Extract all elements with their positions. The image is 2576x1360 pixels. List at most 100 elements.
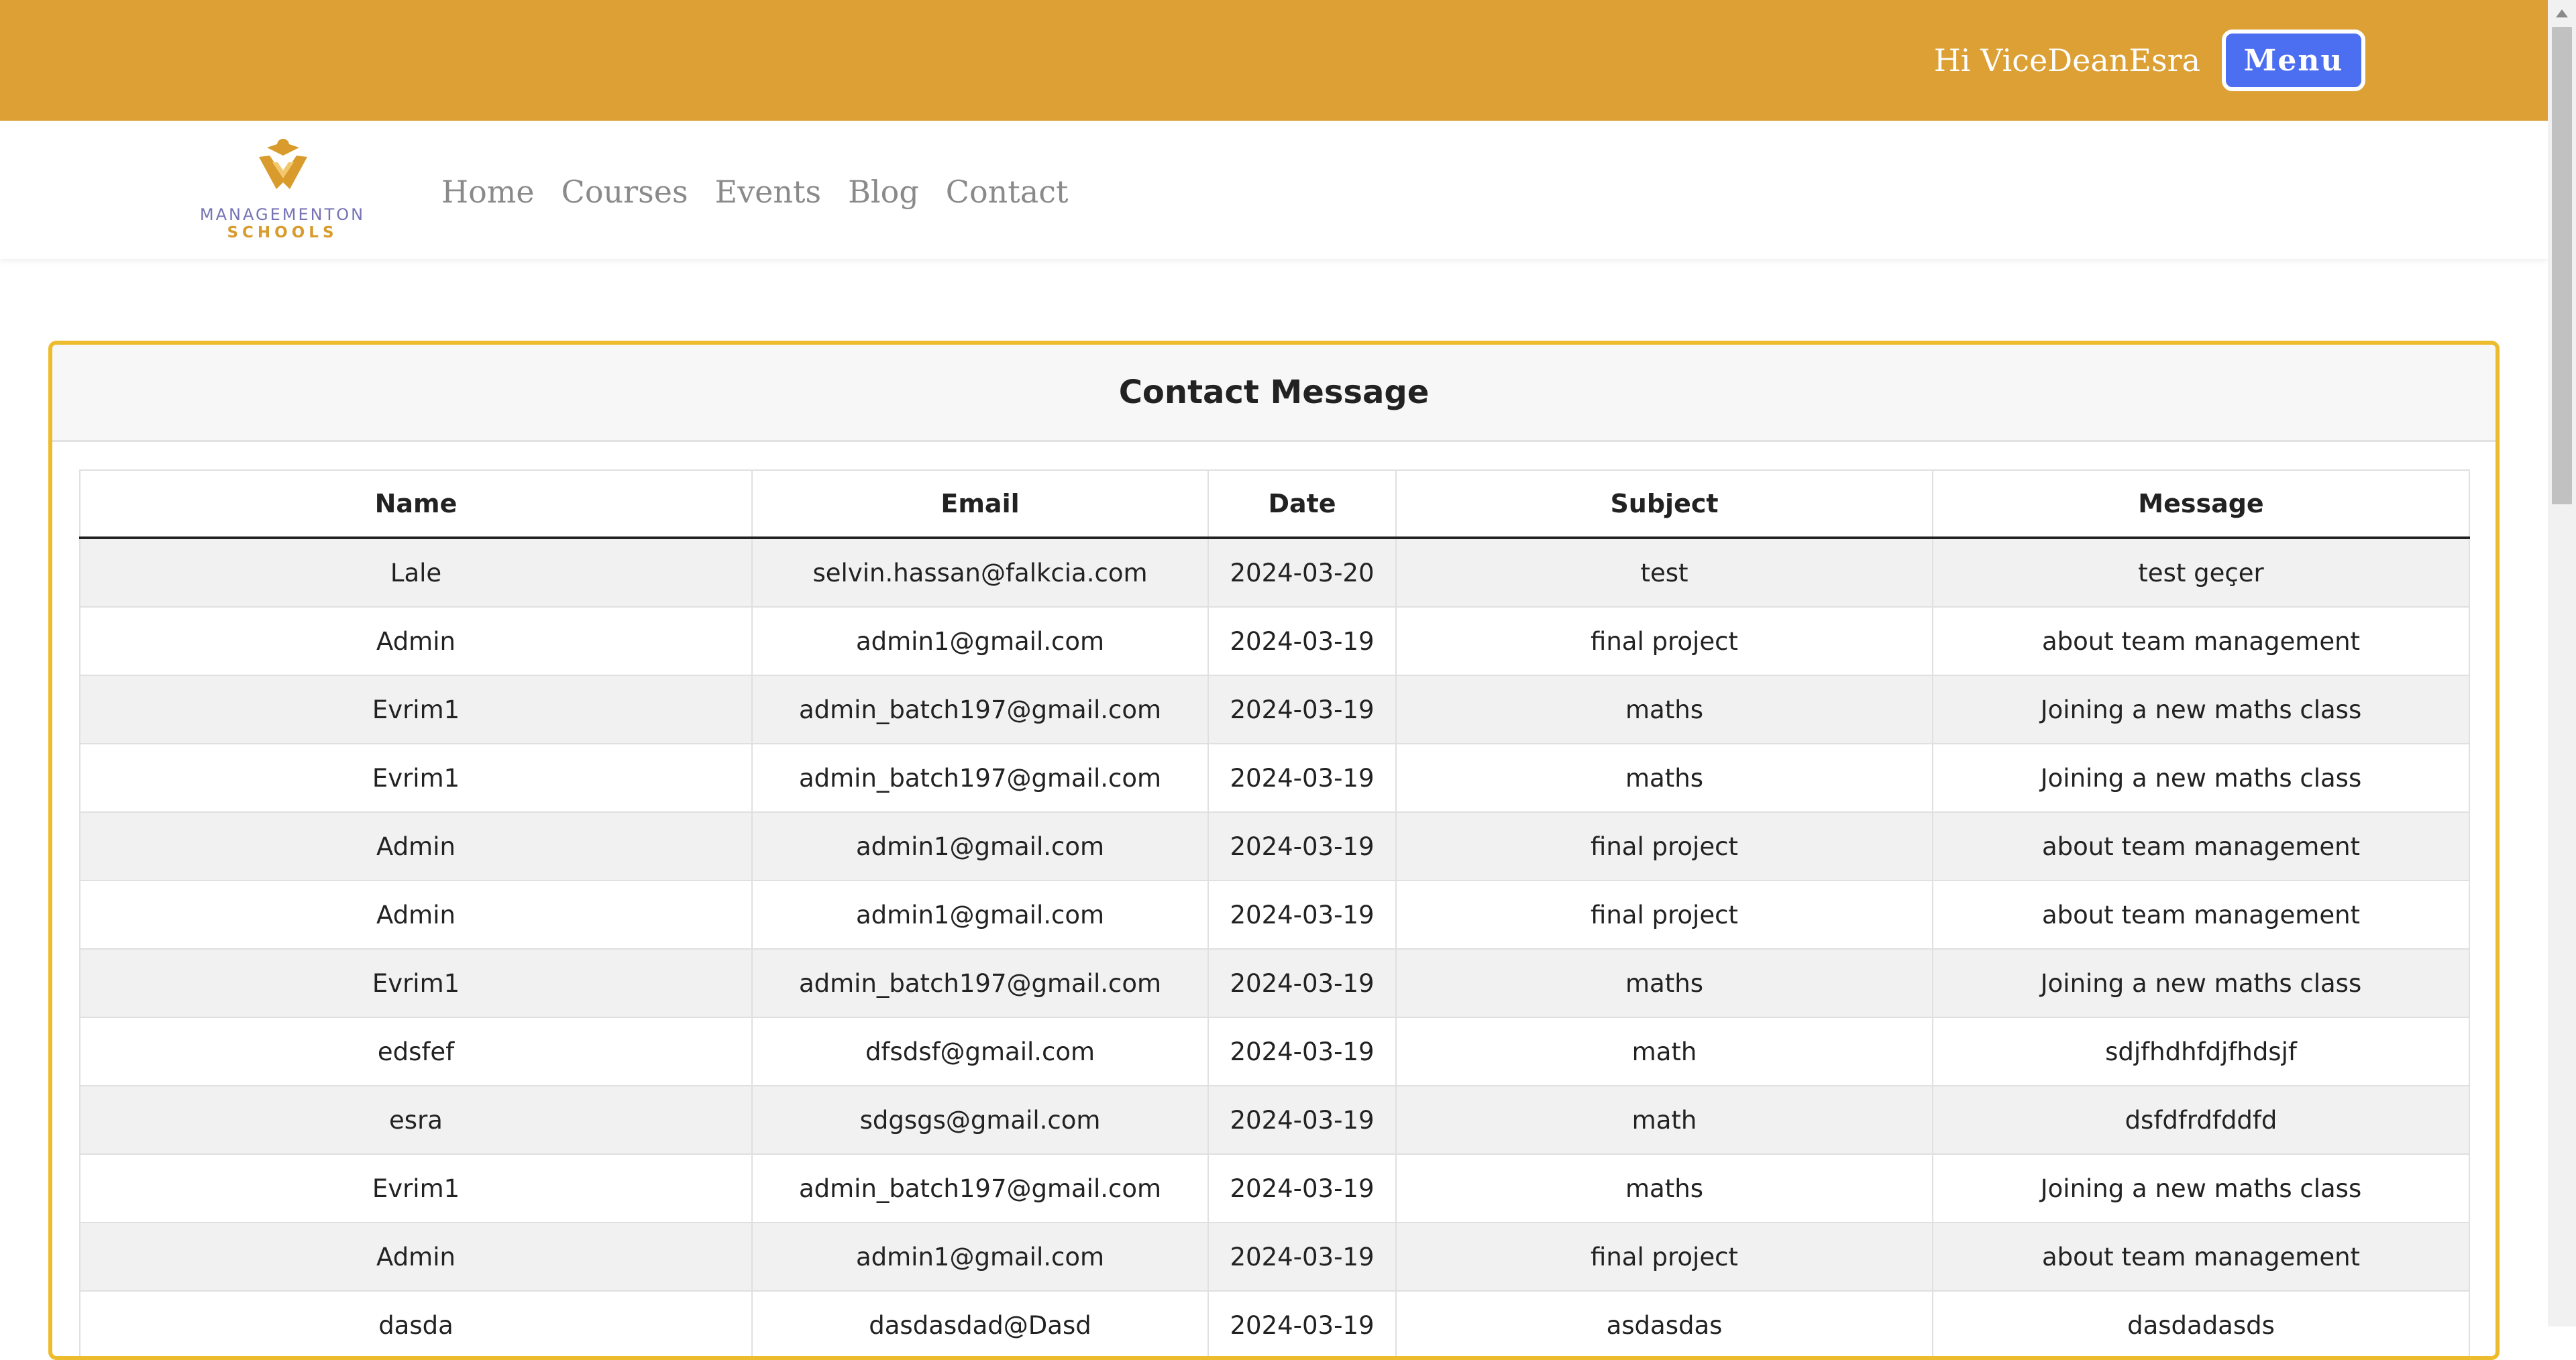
cell-message: Joining a new maths class <box>1932 948 2470 1018</box>
card-header: Contact Message <box>52 345 2496 442</box>
cell-name: Evrim1 <box>79 948 753 1018</box>
cell-message: about team management <box>1932 1222 2470 1292</box>
cell-email: admin1@gmail.com <box>751 606 1209 676</box>
column-header-name[interactable]: Name <box>79 469 753 539</box>
table-row: Evrim1 admin_batch197@gmail.com 2024-03-19… <box>79 948 2470 1018</box>
cell-subject: math <box>1395 1085 1933 1155</box>
nav-links: Home Courses Events Blog Contact <box>441 170 1068 213</box>
cell-subject: final project <box>1395 880 1933 950</box>
cell-name: Admin <box>79 880 753 950</box>
table-row: Admin admin1@gmail.com 2024-03-19 final pro… <box>79 880 2470 950</box>
cell-message: test geçer <box>1932 537 2470 608</box>
table-row: Admin admin1@gmail.com 2024-03-19 final pro… <box>79 811 2470 881</box>
table-header-row: Name Email Date Subject Message <box>79 469 2470 539</box>
cell-date: 2024-03-19 <box>1208 948 1397 1018</box>
cell-date: 2024-03-19 <box>1208 880 1397 950</box>
logo-icon <box>259 139 307 189</box>
cell-email: admin1@gmail.com <box>751 811 1209 881</box>
cell-message: about team management <box>1932 811 2470 881</box>
cell-message: dasdadasds <box>1932 1290 2470 1356</box>
scrollbar-thumb[interactable] <box>2552 27 2572 504</box>
main-navbar: MANAGEMENTON SCHOOLS Home Courses Events… <box>0 121 2548 259</box>
cell-subject: maths <box>1395 675 1933 744</box>
table-row: Lale selvin.hassan@falkcia.com 2024-03-20 t… <box>79 537 2470 608</box>
cell-name: esra <box>79 1085 753 1155</box>
cell-email: admin1@gmail.com <box>751 1222 1209 1292</box>
cell-name: Evrim1 <box>79 675 753 744</box>
brand-logo[interactable]: MANAGEMENTON SCHOOLS <box>195 135 370 243</box>
cell-name: Evrim1 <box>79 743 753 813</box>
cell-subject: test <box>1395 537 1933 608</box>
card-title: Contact Message <box>1118 374 1430 411</box>
cell-subject: maths <box>1395 1153 1933 1223</box>
menu-button[interactable]: Menu <box>2222 30 2365 91</box>
cell-email: admin_batch197@gmail.com <box>751 675 1209 744</box>
cell-subject: math <box>1395 1017 1933 1086</box>
table-row: esra sdgsgs@gmail.com 2024-03-19 math dsfdfr… <box>79 1085 2470 1155</box>
cell-message: Joining a new maths class <box>1932 1153 2470 1223</box>
table-row: Admin admin1@gmail.com 2024-03-19 final pro… <box>79 606 2470 676</box>
cell-name: dasda <box>79 1290 753 1356</box>
table-row: dasda dasdasdad@Dasd 2024-03-19 asdasdas das… <box>79 1290 2470 1356</box>
cell-message: about team management <box>1932 606 2470 676</box>
table-row: Evrim1 admin_batch197@gmail.com 2024-03-19… <box>79 675 2470 744</box>
nav-events[interactable]: Events <box>715 170 822 213</box>
cell-date: 2024-03-19 <box>1208 811 1397 881</box>
table-row: Evrim1 admin_batch197@gmail.com 2024-03-19… <box>79 1153 2470 1223</box>
cell-name: Admin <box>79 606 753 676</box>
top-bar: Hi ViceDeanEsra Menu <box>0 0 2548 121</box>
cell-date: 2024-03-19 <box>1208 1085 1397 1155</box>
cell-email: admin1@gmail.com <box>751 880 1209 950</box>
table-row: Evrim1 admin_batch197@gmail.com 2024-03-19… <box>79 743 2470 813</box>
cell-message: about team management <box>1932 880 2470 950</box>
nav-blog[interactable]: Blog <box>848 170 919 213</box>
cell-name: Admin <box>79 811 753 881</box>
cell-date: 2024-03-19 <box>1208 1017 1397 1086</box>
column-header-email[interactable]: Email <box>751 469 1209 539</box>
cell-email: admin_batch197@gmail.com <box>751 1153 1209 1223</box>
cell-email: dfsdsf@gmail.com <box>751 1017 1209 1086</box>
user-greeting: Hi ViceDeanEsra <box>1933 42 2200 78</box>
column-header-subject[interactable]: Subject <box>1395 469 1933 539</box>
triangle-up-icon <box>2556 9 2568 17</box>
cell-name: edsfef <box>79 1017 753 1086</box>
vertical-scrollbar[interactable] <box>2548 0 2576 1326</box>
cell-email: admin_batch197@gmail.com <box>751 743 1209 813</box>
nav-courses[interactable]: Courses <box>561 170 688 213</box>
nav-home[interactable]: Home <box>441 170 535 213</box>
cell-date: 2024-03-19 <box>1208 1222 1397 1292</box>
cell-email: dasdasdad@Dasd <box>751 1290 1209 1356</box>
cell-message: Joining a new maths class <box>1932 675 2470 744</box>
cell-message: Joining a new maths class <box>1932 743 2470 813</box>
column-header-message[interactable]: Message <box>1932 469 2470 539</box>
cell-date: 2024-03-20 <box>1208 537 1397 608</box>
cell-subject: maths <box>1395 948 1933 1018</box>
messages-table-wrapper: Name Email Date Subject Message Lale selv… <box>79 469 2470 1356</box>
contact-messages-card: Contact Message Name Email Date Subject … <box>48 341 2500 1360</box>
cell-name: Lale <box>79 537 753 608</box>
cell-email: sdgsgs@gmail.com <box>751 1085 1209 1155</box>
cell-subject: final project <box>1395 606 1933 676</box>
cell-name: Admin <box>79 1222 753 1292</box>
table-body: Lale selvin.hassan@falkcia.com 2024-03-20 t… <box>79 537 2470 1356</box>
cell-name: Evrim1 <box>79 1153 753 1223</box>
cell-date: 2024-03-19 <box>1208 1290 1397 1356</box>
column-header-date[interactable]: Date <box>1208 469 1397 539</box>
cell-subject: final project <box>1395 1222 1933 1292</box>
brand-name: MANAGEMENTON <box>199 205 366 224</box>
brand-subtitle: SCHOOLS <box>227 224 338 241</box>
cell-date: 2024-03-19 <box>1208 1153 1397 1223</box>
scroll-up-button[interactable] <box>2548 0 2576 27</box>
cell-message: sdjfhdhfdjfhdsjf <box>1932 1017 2470 1086</box>
cell-subject: asdasdas <box>1395 1290 1933 1356</box>
cell-email: selvin.hassan@falkcia.com <box>751 537 1209 608</box>
nav-contact[interactable]: Contact <box>946 170 1069 213</box>
cell-date: 2024-03-19 <box>1208 606 1397 676</box>
cell-date: 2024-03-19 <box>1208 743 1397 813</box>
cell-message: dsfdfrdfddfd <box>1932 1085 2470 1155</box>
table-row: Admin admin1@gmail.com 2024-03-19 final pro… <box>79 1222 2470 1292</box>
messages-table: Name Email Date Subject Message Lale selv… <box>79 469 2470 1356</box>
cell-date: 2024-03-19 <box>1208 675 1397 744</box>
table-row: edsfef dfsdsf@gmail.com 2024-03-19 math sdjf… <box>79 1017 2470 1086</box>
cell-subject: maths <box>1395 743 1933 813</box>
